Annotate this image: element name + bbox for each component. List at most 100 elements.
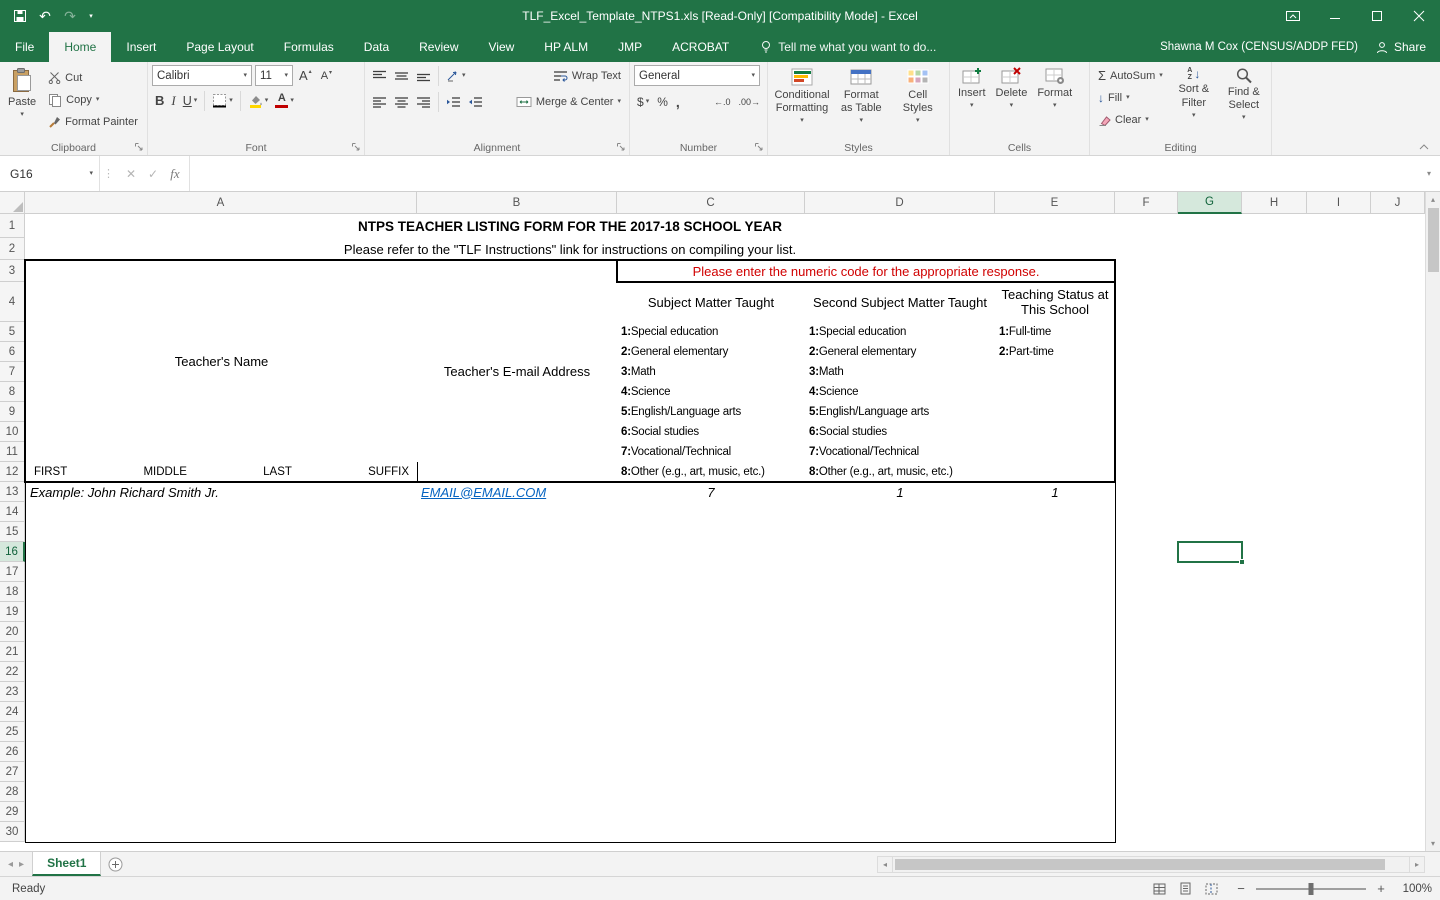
cell-C11[interactable]: 7: Vocational/Technical (617, 442, 806, 463)
cell-A30[interactable] (25, 822, 418, 843)
row-header-12[interactable]: 12 (0, 462, 25, 482)
scroll-right-button[interactable]: ▸ (1409, 856, 1425, 873)
row-header-28[interactable]: 28 (0, 782, 25, 802)
row-header-4[interactable]: 4 (0, 282, 25, 322)
cell-E12[interactable] (995, 462, 1116, 483)
cut-button[interactable]: Cut (44, 67, 142, 88)
cell-D5[interactable]: 1: Special education (805, 322, 996, 343)
cell-styles-button[interactable]: Cell Styles ▾ (891, 65, 946, 126)
cell-D15[interactable] (805, 522, 996, 543)
formula-bar-expand-button[interactable]: ▾ (1418, 156, 1440, 191)
orientation-button[interactable]: ▾ (443, 65, 469, 86)
cell-A27[interactable] (25, 762, 418, 783)
cell-A17[interactable] (25, 562, 418, 583)
cell-C8[interactable]: 4: Science (617, 382, 806, 403)
cell-C4[interactable]: Subject Matter Taught (617, 282, 806, 323)
view-page-break-button[interactable] (1200, 879, 1222, 899)
cell-B19[interactable] (417, 602, 618, 623)
row-header-11[interactable]: 11 (0, 442, 25, 462)
row-header-1[interactable]: 1 (0, 214, 25, 238)
qat-customize-button[interactable]: ▾ (85, 5, 97, 27)
row-header-14[interactable]: 14 (0, 502, 25, 522)
borders-button[interactable]: ▾ (209, 90, 236, 111)
zoom-slider[interactable] (1256, 888, 1366, 890)
number-format-select[interactable]: General ▾ (634, 65, 760, 86)
decrease-indent-button[interactable] (443, 91, 464, 112)
tab-acrobat[interactable]: ACROBAT (657, 32, 744, 62)
tab-view[interactable]: View (474, 32, 530, 62)
cancel-button[interactable]: ✕ (121, 167, 141, 181)
cell-C5[interactable]: 1: Special education (617, 322, 806, 343)
tab-insert[interactable]: Insert (111, 32, 171, 62)
cell-A23[interactable] (25, 682, 418, 703)
fill-handle[interactable] (1239, 559, 1245, 565)
formula-bar-grip[interactable]: ⋮ (100, 156, 117, 191)
cell-D13[interactable]: 1 (805, 482, 996, 503)
wrap-text-button[interactable]: Wrap Text (549, 65, 625, 86)
cell-A29[interactable] (25, 802, 418, 823)
column-header-G[interactable]: G (1178, 192, 1242, 214)
percent-style-button[interactable]: % (654, 91, 671, 112)
save-button[interactable] (10, 5, 30, 27)
cell-B16[interactable] (417, 542, 618, 563)
select-all-corner[interactable] (0, 192, 25, 214)
cell-A14[interactable] (25, 502, 418, 523)
scroll-left-button[interactable]: ◂ (877, 856, 893, 873)
font-dialog-launcher[interactable] (351, 142, 361, 152)
cell-C12[interactable]: 8: Other (e.g., art, music, etc.) (617, 462, 806, 483)
column-header-C[interactable]: C (617, 192, 805, 214)
cell-A21[interactable] (25, 642, 418, 663)
cell-C17[interactable] (617, 562, 806, 583)
cell-E24[interactable] (995, 702, 1116, 723)
row-header-17[interactable]: 17 (0, 562, 25, 582)
conditional-formatting-button[interactable]: Conditional Formatting ▾ (772, 65, 832, 126)
cell-B23[interactable] (417, 682, 618, 703)
cell-E18[interactable] (995, 582, 1116, 603)
alignment-dialog-launcher[interactable] (616, 142, 626, 152)
cell-C16[interactable] (617, 542, 806, 563)
row-header-29[interactable]: 29 (0, 802, 25, 822)
zoom-slider-thumb[interactable] (1309, 883, 1314, 895)
column-header-J[interactable]: J (1371, 192, 1425, 214)
italic-button[interactable]: I (168, 90, 178, 111)
cell-C30[interactable] (617, 822, 806, 843)
cell-E22[interactable] (995, 662, 1116, 683)
tab-hp-alm[interactable]: HP ALM (529, 32, 603, 62)
align-center-button[interactable] (391, 91, 412, 112)
maximize-button[interactable] (1356, 0, 1398, 32)
view-page-layout-button[interactable] (1174, 879, 1196, 899)
tab-review[interactable]: Review (404, 32, 473, 62)
row-header-8[interactable]: 8 (0, 382, 25, 402)
cell-C3[interactable]: Please enter the numeric code for the ap… (617, 260, 1116, 283)
cell-D17[interactable] (805, 562, 996, 583)
cell-E30[interactable] (995, 822, 1116, 843)
cell-D26[interactable] (805, 742, 996, 763)
cell-C18[interactable] (617, 582, 806, 603)
cell-E20[interactable] (995, 622, 1116, 643)
cell-E5[interactable]: 1: Full-time (995, 322, 1116, 343)
cell-A20[interactable] (25, 622, 418, 643)
cell-A26[interactable] (25, 742, 418, 763)
row-header-25[interactable]: 25 (0, 722, 25, 742)
autosum-button[interactable]: ΣAutoSum▾ (1094, 65, 1167, 86)
cell-B15[interactable] (417, 522, 618, 543)
cell-D28[interactable] (805, 782, 996, 803)
align-bottom-button[interactable] (413, 65, 434, 86)
cell-C25[interactable] (617, 722, 806, 743)
cell-B30[interactable] (417, 822, 618, 843)
row-header-16[interactable]: 16 (0, 542, 25, 562)
row-header-13[interactable]: 13 (0, 482, 25, 502)
cell-E6[interactable]: 2: Part-time (995, 342, 1116, 363)
sheet-nav-right-button[interactable]: ▸ (19, 859, 24, 870)
cell-B29[interactable] (417, 802, 618, 823)
tab-formulas[interactable]: Formulas (269, 32, 349, 62)
cell-E17[interactable] (995, 562, 1116, 583)
tab-home[interactable]: Home (49, 32, 111, 62)
number-dialog-launcher[interactable] (754, 142, 764, 152)
cell-E27[interactable] (995, 762, 1116, 783)
cell-D12[interactable]: 8: Other (e.g., art, music, etc.) (805, 462, 996, 483)
active-cell-selection[interactable] (1177, 541, 1243, 563)
cell-E15[interactable] (995, 522, 1116, 543)
cell-C7[interactable]: 3: Math (617, 362, 806, 383)
cell-D22[interactable] (805, 662, 996, 683)
